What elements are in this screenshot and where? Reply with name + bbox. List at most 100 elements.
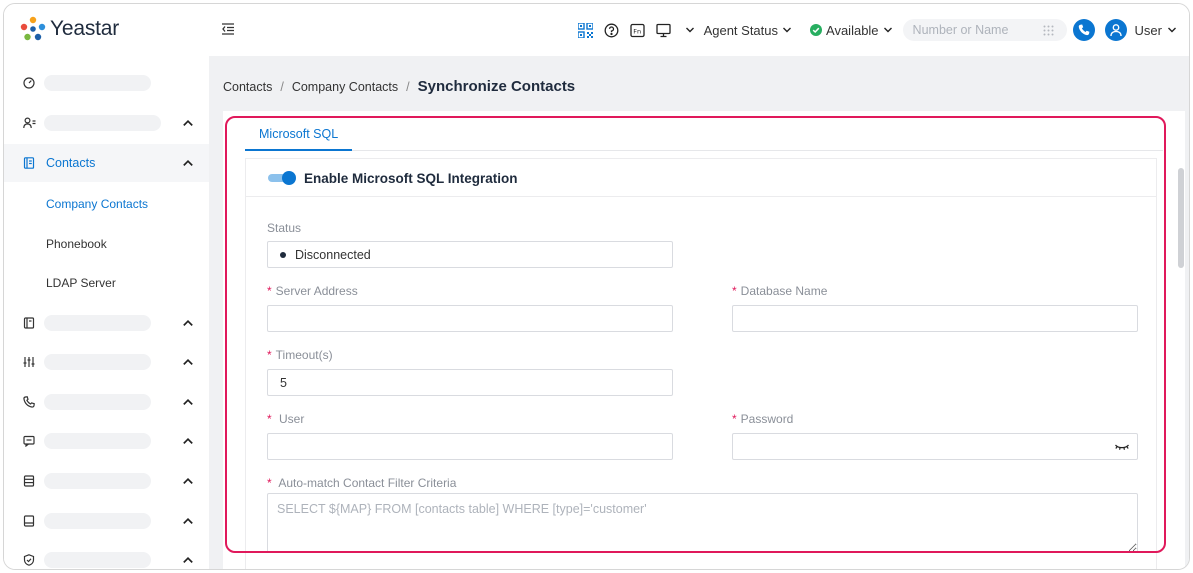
chevron-up-icon: [183, 557, 193, 563]
chevron-up-icon: [183, 120, 193, 126]
sidebar-item-placeholder: [44, 315, 151, 331]
list-icon: [22, 474, 36, 488]
server-address-label: * Server Address: [267, 284, 358, 298]
sidebar-collapse-icon[interactable]: [220, 21, 236, 37]
agent-status-label: Agent Status: [703, 22, 779, 38]
sidebar-item-system[interactable]: [4, 502, 209, 540]
password-label: * Password: [732, 412, 794, 426]
chevron-up-icon: [183, 438, 193, 444]
sidebar-item-reports[interactable]: [4, 462, 209, 500]
sidebar-subitem-ldap-server[interactable]: LDAP Server: [46, 276, 116, 290]
database-name-input[interactable]: [732, 305, 1138, 332]
document-icon: [22, 316, 36, 330]
sidebar-item-settings[interactable]: [4, 343, 209, 381]
sync-card: Microsoft SQL Enable Microsoft SQL Integ…: [223, 111, 1185, 569]
sidebar-item-messaging[interactable]: [4, 422, 209, 460]
phone-icon: [22, 395, 36, 409]
status-value: Disconnected: [295, 247, 371, 262]
agent-status-dropdown[interactable]: Agent Status: [704, 23, 792, 38]
sidebar: Contacts Company Contacts Phonebook LDAP…: [4, 56, 209, 569]
users-icon: [22, 116, 36, 130]
timeout-input[interactable]: [267, 369, 673, 396]
sidebar-item-placeholder: [44, 552, 151, 568]
status-dot-icon: [280, 251, 286, 258]
chevron-down-icon: [1168, 27, 1176, 33]
chevron-up-icon: [183, 399, 193, 405]
header-actions: Fn Agent Status Available Number or Name…: [578, 4, 1177, 56]
eye-closed-icon[interactable]: [1114, 441, 1130, 453]
sidebar-item-placeholder: [44, 354, 151, 370]
breadcrumb-company-contacts[interactable]: Company Contacts: [292, 80, 398, 94]
sliders-icon: [22, 355, 36, 369]
contacts-book-icon: [22, 156, 36, 170]
availability-dropdown[interactable]: Available: [810, 23, 893, 38]
timeout-label: * Timeout(s): [267, 348, 333, 362]
chat-icon: [22, 434, 36, 448]
call-button[interactable]: [1072, 19, 1095, 41]
sidebar-item-placeholder: [44, 75, 151, 91]
chevron-down-icon: [883, 27, 892, 33]
function-key-icon[interactable]: Fn: [630, 22, 646, 38]
sidebar-subitem-phonebook[interactable]: Phonebook: [46, 237, 107, 251]
filter-criteria-textarea[interactable]: [267, 493, 1138, 553]
sidebar-item-placeholder: [44, 115, 161, 131]
chevron-up-icon: [183, 359, 193, 365]
status-field: Disconnected: [267, 241, 673, 268]
status-label: Status: [267, 221, 302, 235]
help-icon[interactable]: [604, 22, 620, 38]
sidebar-item-label: Contacts: [46, 156, 96, 170]
qr-code-icon[interactable]: [578, 22, 594, 38]
gauge-icon: [22, 76, 36, 90]
sidebar-item-placeholder: [44, 473, 151, 489]
integration-title: Enable Microsoft SQL Integration: [304, 171, 518, 186]
chevron-down-icon[interactable]: [682, 22, 698, 38]
user-input[interactable]: [267, 433, 673, 460]
phone-icon: [1078, 24, 1089, 36]
filter-criteria-label: * Auto-match Contact Filter Criteria: [267, 476, 457, 490]
dial-search-box: [902, 19, 1067, 41]
tab-microsoft-sql[interactable]: Microsoft SQL: [245, 119, 353, 151]
enable-integration-toggle[interactable]: [268, 171, 298, 185]
user-label: * User: [267, 412, 305, 426]
breadcrumb-contacts[interactable]: Contacts: [223, 80, 272, 94]
app-window: Yeastar Fn Agent Status Available Number…: [3, 3, 1190, 570]
sidebar-item-contacts[interactable]: Contacts: [4, 144, 209, 182]
chevron-up-icon: [183, 518, 193, 524]
user-label: User: [1134, 22, 1162, 38]
breadcrumb-separator: /: [280, 80, 284, 94]
sidebar-item-security[interactable]: [4, 541, 209, 569]
dialpad-icon[interactable]: [1043, 25, 1054, 36]
shield-icon: [22, 553, 36, 567]
sidebar-item-call-control[interactable]: [4, 383, 209, 421]
avatar[interactable]: [1104, 19, 1127, 41]
dial-search-input[interactable]: [912, 23, 1043, 37]
breadcrumb-separator: /: [406, 80, 410, 94]
main-content: Contacts / Company Contacts / Synchroniz…: [209, 56, 1189, 569]
top-header: Yeastar Fn Agent Status Available Number…: [4, 4, 1189, 56]
check-circle-icon: [810, 24, 823, 36]
password-input[interactable]: [732, 433, 1138, 460]
sidebar-item-placeholder: [44, 394, 151, 410]
chevron-down-icon: [783, 27, 792, 33]
sidebar-item-placeholder: [44, 513, 151, 529]
chevron-up-icon: [183, 320, 193, 326]
integration-panel: Enable Microsoft SQL Integration Status …: [245, 158, 1157, 569]
desktop-icon[interactable]: [656, 22, 672, 38]
logo: Yeastar: [20, 16, 119, 42]
sidebar-item-users[interactable]: [4, 104, 209, 142]
chevron-up-icon: [183, 478, 193, 484]
breadcrumb: Contacts / Company Contacts / Synchroniz…: [223, 78, 575, 95]
svg-text:Fn: Fn: [633, 27, 641, 35]
sidebar-item-dashboard[interactable]: [4, 64, 209, 102]
sidebar-item-call-features[interactable]: [4, 304, 209, 342]
user-menu[interactable]: User: [1135, 23, 1177, 38]
server-address-input[interactable]: [267, 305, 673, 332]
yeastar-logo-icon: [20, 16, 46, 41]
page-title: Synchronize Contacts: [417, 78, 576, 95]
scrollbar[interactable]: [1178, 168, 1184, 268]
chevron-up-icon: [183, 160, 193, 166]
sidebar-subitem-company-contacts[interactable]: Company Contacts: [46, 197, 148, 211]
user-avatar-icon: [1109, 24, 1122, 37]
availability-label: Available: [826, 22, 879, 38]
monitor-icon: [22, 514, 36, 528]
